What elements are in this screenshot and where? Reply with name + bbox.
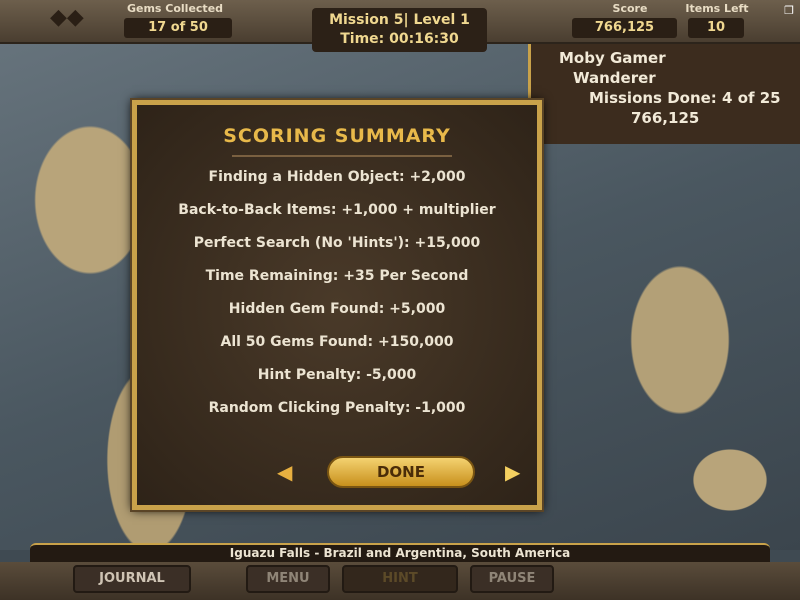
gems-label: Gems Collected bbox=[126, 2, 224, 15]
items-left-value: 10 bbox=[688, 18, 744, 38]
location-caption: Iguazu Falls - Brazil and Argentina, Sou… bbox=[30, 543, 770, 562]
profile-panel: Moby Gamer Wanderer Missions Done: 4 of … bbox=[528, 44, 800, 144]
hint-button[interactable]: HINT bbox=[342, 565, 458, 593]
mission-panel: Mission 5| Level 1 Time: 00:16:30 bbox=[312, 8, 487, 52]
scoring-summary-dialog: SCORING SUMMARY Finding a Hidden Object:… bbox=[130, 98, 544, 512]
mission-time: Time: 00:16:30 bbox=[340, 31, 459, 47]
profile-name: Moby Gamer bbox=[559, 49, 666, 67]
score-rule: All 50 Gems Found: +150,000 bbox=[220, 334, 454, 350]
window-restore-icon[interactable]: ❐ bbox=[784, 4, 794, 17]
title-divider bbox=[232, 155, 452, 157]
mission-level: Mission 5| Level 1 bbox=[329, 12, 470, 28]
score-value: 766,125 bbox=[572, 18, 677, 38]
score-rule: Finding a Hidden Object: +2,000 bbox=[208, 169, 466, 185]
score-rule: Random Clicking Penalty: -1,000 bbox=[208, 400, 466, 416]
dialog-title: SCORING SUMMARY bbox=[223, 125, 451, 147]
previous-page-arrow-icon[interactable]: ◀ bbox=[277, 460, 292, 484]
score-rule: Hidden Gem Found: +5,000 bbox=[228, 301, 446, 317]
items-left-label: Items Left bbox=[685, 2, 749, 15]
journal-button[interactable]: JOURNAL bbox=[73, 565, 191, 593]
pause-button[interactable]: PAUSE bbox=[470, 565, 554, 593]
done-button[interactable]: DONE bbox=[327, 456, 475, 488]
score-label: Score bbox=[612, 2, 648, 15]
score-rule: Hint Penalty: -5,000 bbox=[257, 367, 417, 383]
profile-missions: Missions Done: 4 of 25 bbox=[589, 89, 781, 107]
profile-score: 766,125 bbox=[631, 109, 700, 127]
profile-rank: Wanderer bbox=[573, 69, 656, 87]
gems-value: 17 of 50 bbox=[124, 18, 232, 38]
menu-button[interactable]: MENU bbox=[246, 565, 330, 593]
score-rule: Perfect Search (No 'Hints'): +15,000 bbox=[193, 235, 481, 251]
score-rule: Back-to-Back Items: +1,000 + multiplier bbox=[178, 202, 496, 218]
next-page-arrow-icon[interactable]: ▶ bbox=[505, 460, 520, 484]
score-rule: Time Remaining: +35 Per Second bbox=[205, 268, 469, 284]
gem-slots-icon: ◆◆ bbox=[50, 5, 84, 30]
